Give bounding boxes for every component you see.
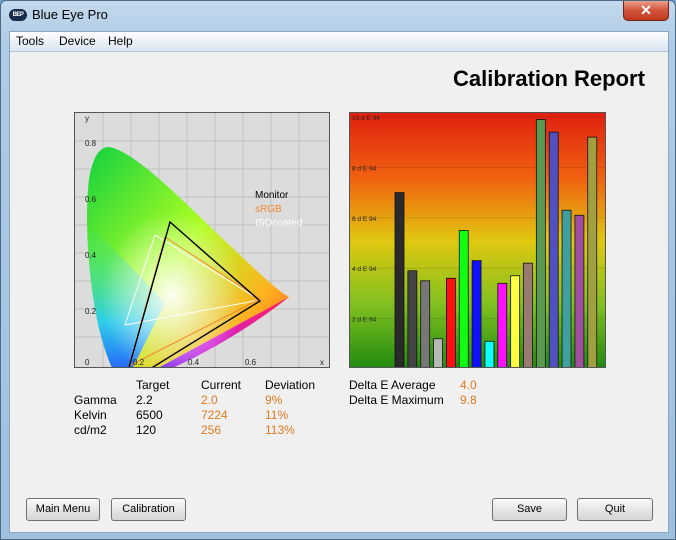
y-tick-label: 0.4 bbox=[85, 251, 97, 260]
current-value: 2.0 bbox=[201, 393, 218, 407]
delta-e-bar bbox=[561, 209, 572, 367]
menu-tools[interactable]: Tools bbox=[16, 34, 44, 48]
delta-e-average-label: Delta E Average bbox=[349, 378, 436, 392]
delta-e-bar bbox=[523, 262, 533, 367]
target-value: 2.2 bbox=[136, 393, 153, 407]
legend-isocoated: ISOcoated bbox=[255, 218, 302, 229]
delta-e-bar bbox=[574, 214, 585, 367]
quit-button[interactable]: Quit bbox=[577, 498, 653, 521]
deviation-value: 11% bbox=[265, 408, 289, 422]
delta-e-bar bbox=[446, 277, 456, 367]
legend-monitor: Monitor bbox=[255, 190, 289, 201]
delta-e-bar bbox=[510, 275, 521, 367]
calibration-button[interactable]: Calibration bbox=[111, 498, 186, 521]
header-current: Current bbox=[201, 378, 242, 392]
menu-help[interactable]: Help bbox=[108, 34, 133, 48]
delta-e-bar bbox=[433, 338, 443, 367]
delta-e-bar bbox=[471, 260, 482, 367]
current-value: 256 bbox=[201, 423, 222, 437]
y-tick-label: 2 d E 94 bbox=[352, 317, 377, 324]
legend-srgb: sRGB bbox=[255, 204, 282, 215]
delta-e-bar bbox=[548, 131, 559, 367]
deviation-value: 113% bbox=[265, 423, 295, 437]
x-tick-label: 0.2 bbox=[133, 358, 145, 367]
y-tick-label: 8 d E 94 bbox=[352, 165, 377, 172]
deviation-value: 9% bbox=[265, 393, 283, 407]
chromaticity-diagram: y x 0.8 0.6 0.4 0.2 0 0.2 0.4 0.6 Monito… bbox=[74, 112, 330, 368]
delta-e-average-value: 4.0 bbox=[460, 378, 477, 392]
delta-e-bar bbox=[420, 280, 431, 367]
row-label: cd/m2 bbox=[74, 423, 107, 437]
delta-e-bar bbox=[497, 282, 508, 367]
target-value: 120 bbox=[136, 423, 157, 437]
delta-e-bar bbox=[407, 270, 418, 367]
delta-e-bar bbox=[587, 136, 598, 367]
row-label: Kelvin bbox=[74, 408, 107, 422]
y-tick-label: 0.2 bbox=[85, 307, 97, 316]
delta-e-maximum-label: Delta E Maximum bbox=[349, 393, 444, 407]
header-deviation: Deviation bbox=[265, 378, 316, 392]
y-tick-label: 0.8 bbox=[85, 139, 97, 148]
delta-e-maximum-value: 9.8 bbox=[460, 393, 477, 407]
save-button[interactable]: Save bbox=[492, 498, 567, 521]
y-axis-label: y bbox=[85, 114, 89, 123]
y-tick-label: 0 bbox=[85, 358, 90, 367]
delta-e-bar bbox=[394, 192, 405, 367]
y-tick-label: 6 d E 94 bbox=[352, 216, 377, 223]
report-title: Calibration Report bbox=[453, 66, 645, 91]
target-value: 6500 bbox=[136, 408, 163, 422]
delta-e-bar bbox=[484, 340, 495, 367]
delta-e-bar bbox=[535, 119, 546, 367]
app-logo-icon: BEP bbox=[9, 9, 27, 21]
current-value: 7224 bbox=[201, 408, 228, 422]
menu-bar: Tools Device Help bbox=[10, 32, 668, 52]
row-label: Gamma bbox=[74, 393, 117, 407]
client-area: Tools Device Help Calibration Report y x… bbox=[9, 31, 669, 533]
y-tick-label: 0.6 bbox=[85, 195, 97, 204]
delta-e-bar bbox=[458, 230, 469, 367]
y-tick-label: 4 d E 94 bbox=[352, 266, 377, 273]
x-tick-label: 0.6 bbox=[245, 358, 257, 367]
x-axis-label: x bbox=[320, 358, 324, 367]
spectral-locus bbox=[87, 147, 289, 367]
y-tick-label: 10 d E 94 bbox=[352, 115, 380, 122]
app-window: BEP Blue Eye Pro ✕ Tools Device Help Cal… bbox=[0, 0, 676, 540]
main-menu-button[interactable]: Main Menu bbox=[26, 498, 100, 521]
header-target: Target bbox=[136, 378, 170, 392]
close-button[interactable]: ✕ bbox=[623, 1, 669, 21]
delta-e-bar-chart: 10 d E 94 8 d E 94 6 d E 94 4 d E 94 2 d E 9… bbox=[349, 112, 606, 368]
x-tick-label: 0.4 bbox=[188, 358, 200, 367]
window-title: Blue Eye Pro bbox=[32, 7, 108, 22]
menu-device[interactable]: Device bbox=[59, 34, 96, 48]
title-bar[interactable]: BEP Blue Eye Pro ✕ bbox=[1, 1, 675, 29]
